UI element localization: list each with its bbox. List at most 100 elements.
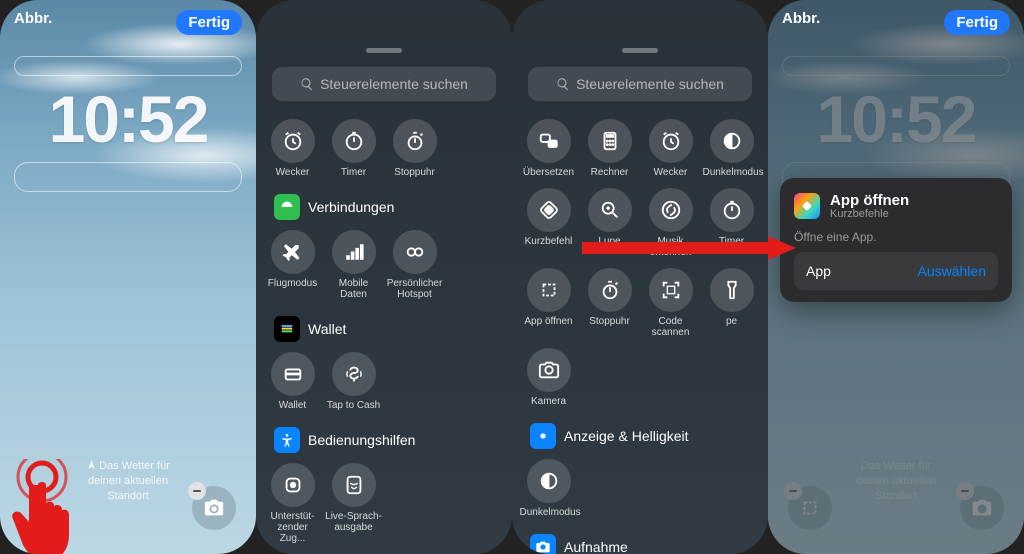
control-code-scannen[interactable]: Code scannen <box>640 268 701 338</box>
widget-slot[interactable] <box>14 162 242 192</box>
control-wecker[interactable]: Wecker <box>262 119 323 178</box>
search-field[interactable]: Steuerelemente suchen <box>528 67 752 101</box>
control-live-speech[interactable]: Live-Sprach- ausgabe <box>323 463 384 544</box>
wallet-icon <box>282 363 304 385</box>
card-app-row[interactable]: App Auswählen <box>794 252 998 290</box>
control-wallet[interactable]: Wallet <box>262 352 323 411</box>
section-connections: Verbindungen <box>256 194 512 230</box>
row-1: Übersetzen Rechner Wecker Dunkelmodus <box>512 119 768 188</box>
timer-icon <box>343 130 365 152</box>
accessibility-icon <box>279 432 295 448</box>
section-capture: Aufnahme <box>512 534 768 554</box>
control-kamera[interactable]: Kamera <box>518 348 579 407</box>
control-stoppuhr-2[interactable]: Stoppuhr <box>579 268 640 338</box>
done-button[interactable]: Fertig <box>176 10 242 35</box>
control-timer[interactable]: Timer <box>323 119 384 178</box>
control-dunkelmodus-2[interactable]: Dunkelmodus <box>518 459 579 518</box>
clock-time: 10:52 <box>782 82 1010 156</box>
card-row-value[interactable]: Auswählen <box>918 263 987 279</box>
tap-cash-icon <box>343 363 365 385</box>
app-open-icon <box>538 279 560 301</box>
flashlight-icon <box>721 279 743 301</box>
row-3: App öffnen Stoppuhr Code scannen pe <box>512 268 768 348</box>
camera-icon <box>971 497 993 519</box>
brightness-icon <box>535 428 551 444</box>
section-wallet: Wallet <box>256 316 512 352</box>
alarm-icon <box>282 130 304 152</box>
qr-icon <box>660 279 682 301</box>
remove-icon[interactable] <box>784 482 802 500</box>
wallet-section-icon <box>279 321 295 337</box>
wallet-row: Wallet Tap to Cash <box>256 352 512 421</box>
phone-3-controls-panel: Steuerelemente suchen Übersetzen Rechner… <box>512 0 768 554</box>
remove-icon[interactable] <box>956 482 974 500</box>
card-subtitle: Kurzbefehle <box>830 208 909 220</box>
section-display: Anzeige & Helligkeit <box>512 423 768 459</box>
control-dunkelmodus[interactable]: Dunkelmodus <box>701 119 762 178</box>
alarm-icon <box>660 130 682 152</box>
display-row: Dunkelmodus <box>512 459 768 528</box>
section-accessibility: Bedienungshilfen <box>256 427 512 463</box>
card-row-key: App <box>806 263 831 279</box>
live-speech-icon <box>343 474 365 496</box>
control-wecker-2[interactable]: Wecker <box>640 119 701 178</box>
card-description: Öffne eine App. <box>794 230 998 244</box>
timer-icon <box>721 199 743 221</box>
assistive-icon <box>282 474 304 496</box>
shortcuts-app-icon <box>794 193 820 219</box>
control-flugmodus[interactable]: Flugmodus <box>262 230 323 300</box>
control-taschenlampe[interactable]: pe <box>701 268 762 338</box>
magnifier-icon <box>599 199 621 221</box>
airplane-icon <box>282 241 304 263</box>
translate-icon <box>538 130 560 152</box>
sheet-grabber[interactable] <box>622 48 658 53</box>
search-placeholder: Steuerelemente suchen <box>576 76 724 92</box>
phone-1-lockscreen-edit: Abbr. Fertig 10:52 Das Wetter für deinen… <box>0 0 256 554</box>
camera-section-icon <box>535 539 551 554</box>
accessibility-row: Unterstüt- zender Zug... Live-Sprach- au… <box>256 463 512 554</box>
darkmode-icon <box>721 130 743 152</box>
remove-icon[interactable] <box>188 482 206 500</box>
hotspot-icon <box>404 241 426 263</box>
app-open-icon <box>799 497 821 519</box>
control-app-oeffnen[interactable]: App öffnen <box>518 268 579 338</box>
search-placeholder: Steuerelemente suchen <box>320 76 468 92</box>
control-mobile-daten[interactable]: Mobile Daten <box>323 230 384 300</box>
control-kurzbefehl[interactable]: Kurzbefehl <box>518 188 579 258</box>
cancel-button[interactable]: Abbr. <box>782 10 820 35</box>
weather-caption: Das Wetter für deinen aktuellen Standort <box>768 459 1024 504</box>
annotation-arrow <box>582 236 796 265</box>
camera-shortcut-button[interactable] <box>192 486 236 530</box>
clock-row: Wecker Timer Stoppuhr <box>256 119 512 188</box>
connections-icon <box>279 199 295 215</box>
search-field[interactable]: Steuerelemente suchen <box>272 67 496 101</box>
control-tap-to-cash[interactable]: Tap to Cash <box>323 352 384 411</box>
control-assistive[interactable]: Unterstüt- zender Zug... <box>262 463 323 544</box>
sheet-grabber[interactable] <box>366 48 402 53</box>
cancel-button[interactable]: Abbr. <box>14 10 52 35</box>
control-rechner[interactable]: Rechner <box>579 119 640 178</box>
clock-time[interactable]: 10:52 <box>14 82 242 156</box>
camera-icon <box>538 359 560 381</box>
stopwatch-icon <box>404 130 426 152</box>
darkmode-icon <box>538 470 560 492</box>
shortcut-icon <box>538 199 560 221</box>
phone-4-configure: Abbr. Fertig 10:52 Das Wetter für deinen… <box>768 0 1024 554</box>
stopwatch-icon <box>599 279 621 301</box>
app-open-shortcut-button[interactable] <box>788 486 832 530</box>
annotation-tap-hand <box>12 459 92 554</box>
shazam-icon <box>660 199 682 221</box>
camera-shortcut-button[interactable] <box>960 486 1004 530</box>
control-stoppuhr[interactable]: Stoppuhr <box>384 119 445 178</box>
done-button[interactable]: Fertig <box>944 10 1010 35</box>
control-uebersetzen[interactable]: Übersetzen <box>518 119 579 178</box>
date-widget-slot <box>782 56 1010 76</box>
camera-icon <box>203 497 225 519</box>
control-hotspot[interactable]: Persönlicher Hotspot <box>384 230 445 300</box>
search-icon <box>300 77 314 91</box>
date-widget-slot[interactable] <box>14 56 242 76</box>
cellular-icon <box>343 241 365 263</box>
card-title: App öffnen <box>830 192 909 209</box>
calculator-icon <box>599 130 621 152</box>
row-4: Kamera <box>512 348 768 417</box>
